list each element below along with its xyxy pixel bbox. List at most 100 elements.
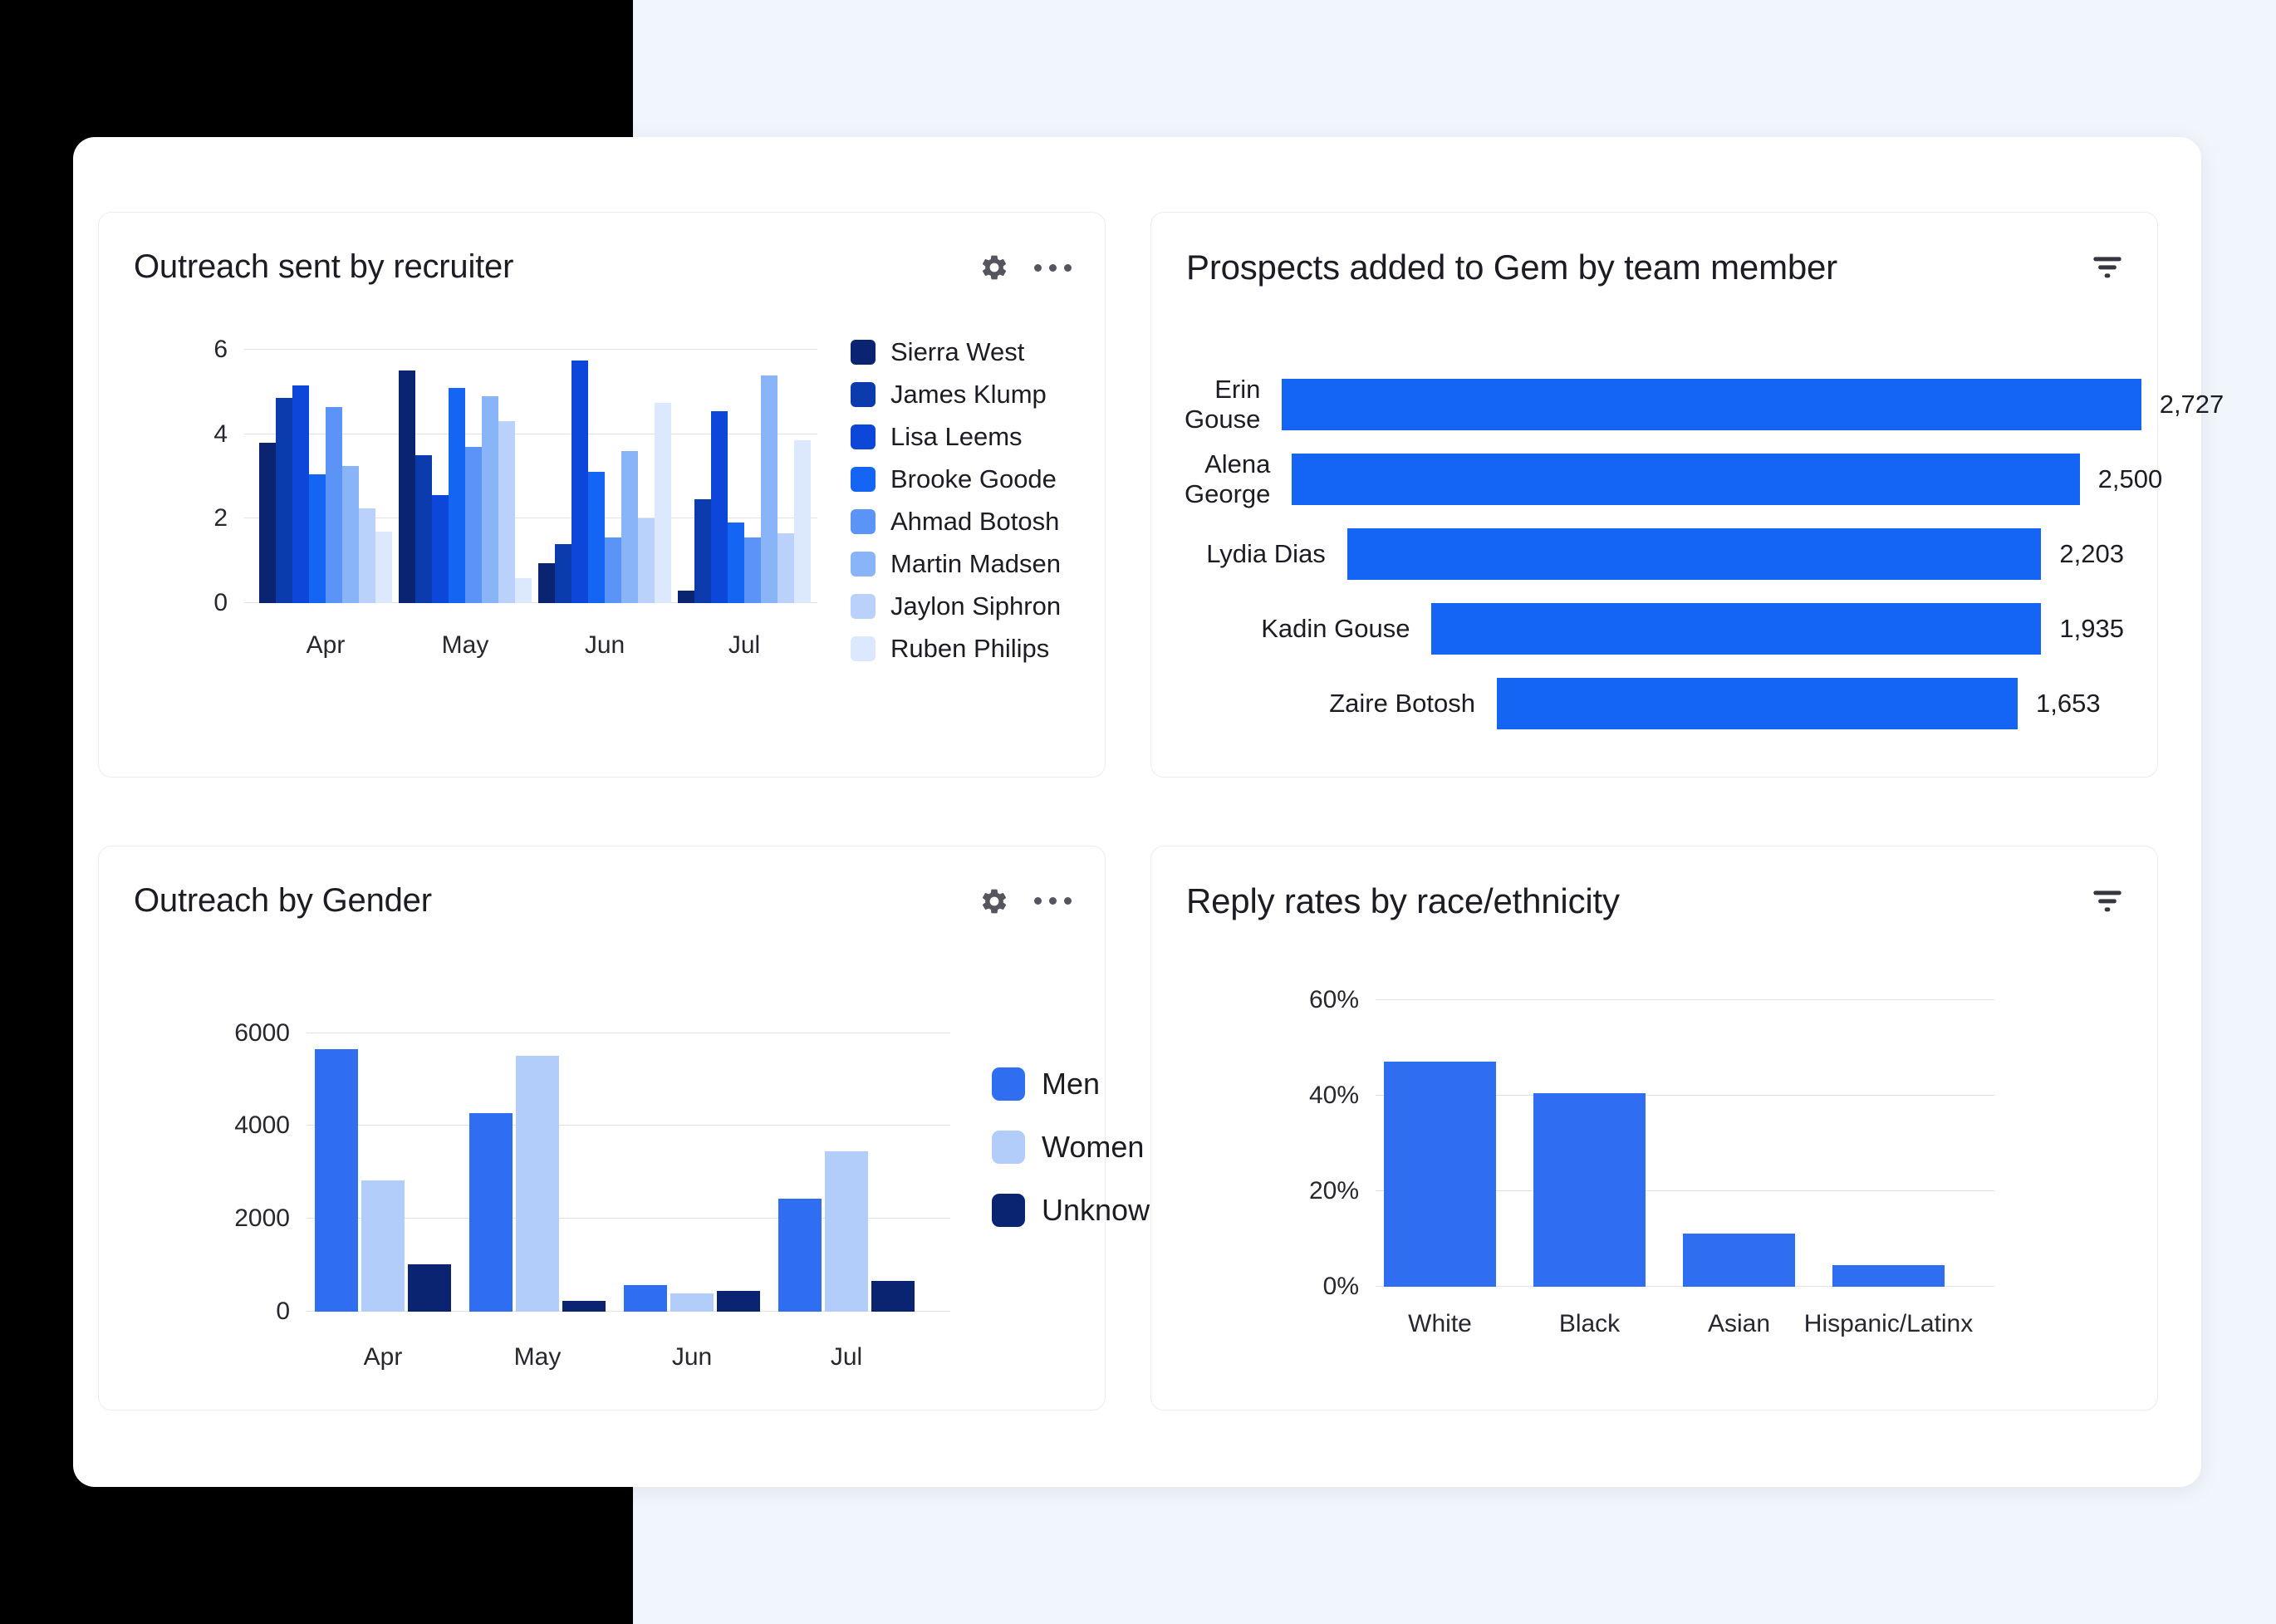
y-axis-tick: 0	[213, 589, 228, 617]
bar-group	[315, 1033, 451, 1312]
legend-item: Ahmad Botosh	[851, 507, 1061, 537]
x-axis-tick: Jun	[672, 1343, 712, 1371]
bar	[694, 499, 711, 603]
card-header-actions	[2091, 881, 2124, 915]
bar	[1384, 1062, 1496, 1286]
bar-group	[778, 1033, 915, 1312]
table-row: Kadin Gouse1,935	[1185, 603, 2124, 655]
card-header: Prospects added to Gem by team member	[1186, 248, 2124, 287]
bar	[415, 455, 432, 603]
card-title: Outreach by Gender	[134, 881, 432, 920]
bar-group	[469, 1033, 606, 1312]
bar-value-label: 2,500	[2098, 464, 2163, 494]
bar	[375, 532, 392, 603]
table-row: Lydia Dias2,203	[1185, 528, 2124, 580]
bar	[717, 1291, 760, 1312]
legend-item: Jaylon Siphron	[851, 591, 1061, 621]
bar-wrapper: 2,203	[1347, 528, 2124, 580]
bar	[778, 1199, 822, 1311]
table-row: Zaire Botosh1,653	[1185, 678, 2124, 729]
legend-item: Sierra West	[851, 337, 1061, 367]
table-row: Alena George2,500	[1185, 454, 2124, 505]
bar	[1282, 379, 2141, 430]
bar	[399, 370, 415, 603]
bar	[670, 1293, 714, 1312]
y-axis-tick: 2000	[234, 1205, 290, 1233]
filter-icon[interactable]	[2091, 253, 2124, 281]
legend-label: Women	[1042, 1130, 1144, 1165]
bar	[562, 1301, 606, 1311]
bar	[678, 591, 694, 603]
bar	[465, 447, 482, 603]
x-axis-tick: May	[514, 1343, 562, 1371]
legend-swatch	[851, 424, 876, 449]
y-axis-tick: 60%	[1309, 986, 1359, 1014]
bar-value-label: 2,727	[2160, 390, 2224, 419]
legend-label: Jaylon Siphron	[890, 591, 1061, 621]
bar	[711, 411, 728, 603]
chart-outreach-by-gender: 0200040006000AprMayJunJul	[307, 1033, 950, 1312]
legend-item: Lisa Leems	[851, 422, 1061, 452]
bar	[292, 385, 309, 603]
card-outreach-sent-by-recruiter: Outreach sent by recruiter 0246AprMayJun…	[98, 212, 1106, 778]
legend-label: Lisa Leems	[890, 422, 1023, 452]
bar-category-label: Lydia Dias	[1185, 539, 1347, 569]
legend-swatch	[992, 1194, 1025, 1227]
filter-icon[interactable]	[2091, 886, 2124, 915]
gear-icon[interactable]	[979, 253, 1009, 282]
bar	[449, 388, 465, 603]
bar	[469, 1113, 513, 1312]
bar	[1347, 528, 2042, 580]
x-axis-tick: White	[1408, 1310, 1472, 1338]
legend-label: Brooke Goode	[890, 464, 1057, 494]
more-options-icon[interactable]	[1034, 264, 1072, 272]
bar	[555, 544, 571, 603]
bar	[638, 518, 655, 603]
bar-group	[259, 350, 392, 603]
gridline	[1376, 999, 1994, 1000]
bar	[777, 533, 794, 603]
x-axis-tick: Jun	[585, 631, 625, 660]
bar	[1431, 603, 2041, 655]
bar	[728, 523, 744, 603]
bar	[1832, 1265, 1945, 1287]
legend-item: Brooke Goode	[851, 464, 1061, 494]
bar	[342, 466, 359, 603]
chart1-legend: Sierra WestJames KlumpLisa LeemsBrooke G…	[851, 337, 1061, 664]
bar-category-label: Erin Gouse	[1185, 375, 1282, 434]
bar	[432, 495, 449, 603]
x-axis-tick: Hispanic/Latinx	[1804, 1310, 1973, 1338]
y-axis-tick: 0	[276, 1298, 290, 1326]
card-header-actions	[2091, 248, 2124, 281]
y-axis-tick: 2	[213, 504, 228, 532]
y-axis-tick: 20%	[1309, 1177, 1359, 1205]
legend-item: Ruben Philips	[851, 634, 1061, 664]
gear-icon[interactable]	[979, 886, 1009, 916]
legend-label: Ahmad Botosh	[890, 507, 1059, 537]
legend-item: Men	[992, 1067, 1166, 1101]
dashboard-grid: Outreach sent by recruiter 0246AprMayJun…	[73, 137, 2201, 1487]
legend-label: Unknown	[1042, 1193, 1166, 1228]
chart-outreach-sent-by-recruiter: 0246AprMayJunJul	[244, 350, 817, 603]
y-axis-tick: 40%	[1309, 1082, 1359, 1110]
card-header: Outreach sent by recruiter	[134, 248, 1072, 286]
y-axis-tick: 6000	[234, 1019, 290, 1048]
bar	[276, 398, 292, 603]
dashboard-surface: Outreach sent by recruiter 0246AprMayJun…	[73, 137, 2201, 1487]
bar	[516, 1056, 559, 1311]
card-header-actions	[979, 248, 1072, 282]
y-axis-tick: 6	[213, 336, 228, 364]
x-axis-tick: Asian	[1708, 1310, 1770, 1338]
bar	[655, 403, 671, 603]
more-options-icon[interactable]	[1034, 897, 1072, 905]
bar-value-label: 1,935	[2059, 614, 2124, 644]
bar-wrapper: 2,727	[1282, 379, 2224, 430]
x-axis-tick: Jul	[831, 1343, 862, 1371]
card-title: Reply rates by race/ethnicity	[1186, 881, 1620, 921]
bar-category-label: Zaire Botosh	[1185, 689, 1497, 719]
y-axis-tick: 4	[213, 420, 228, 449]
bar	[309, 474, 326, 603]
bar	[794, 440, 811, 603]
card-header: Outreach by Gender	[134, 881, 1072, 920]
x-axis-tick: May	[442, 631, 489, 660]
